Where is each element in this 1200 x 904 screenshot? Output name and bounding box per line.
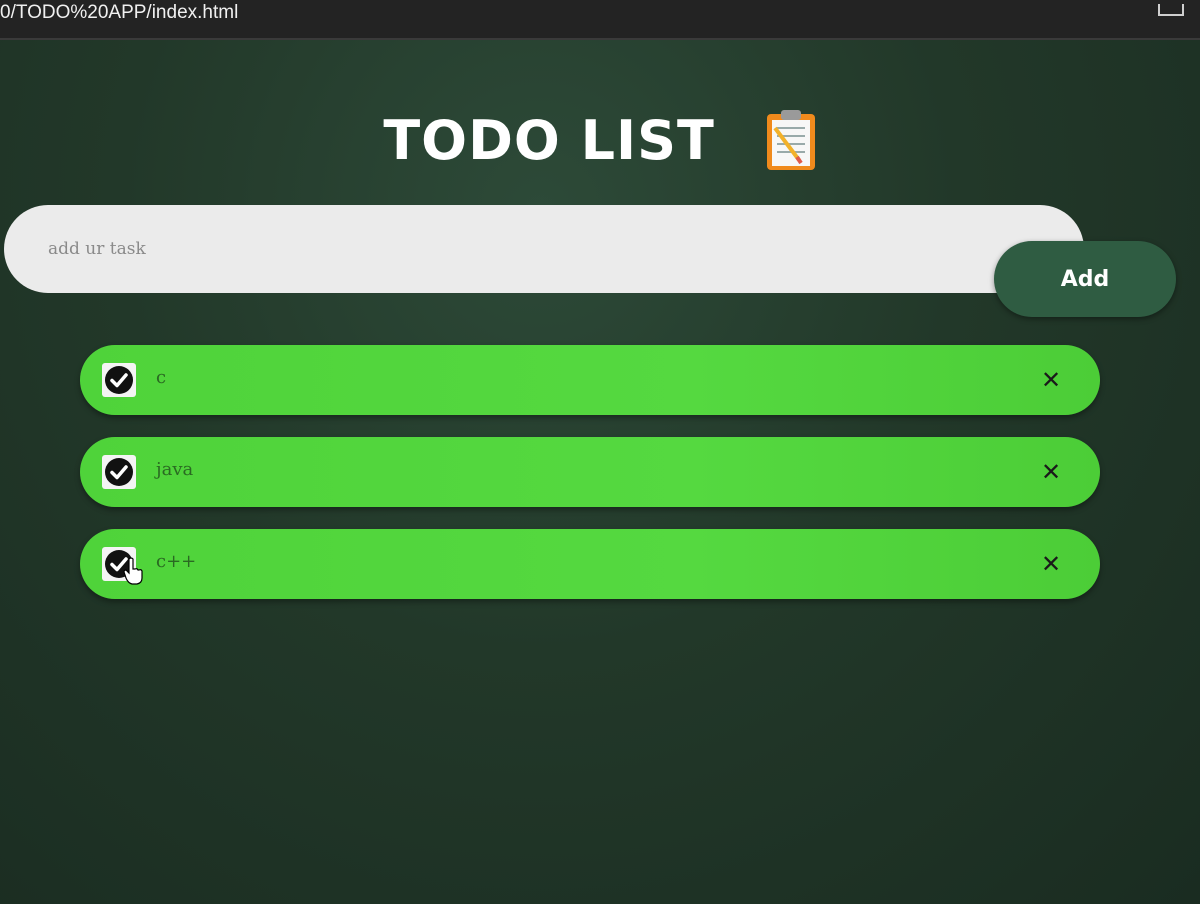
browser-address-bar[interactable]: 0/TODO%20APP/index.html — [0, 0, 1200, 40]
delete-task-close-icon[interactable]: ✕ — [1036, 365, 1066, 395]
task-checkbox[interactable] — [102, 455, 136, 489]
task-item[interactable]: c ✕ — [80, 345, 1100, 415]
url-text[interactable]: 0/TODO%20APP/index.html — [0, 2, 238, 24]
task-input[interactable] — [4, 205, 1084, 293]
task-item[interactable]: java ✕ — [80, 437, 1100, 507]
task-checkbox[interactable] — [102, 363, 136, 397]
task-text: c++ — [156, 551, 197, 572]
check-circle-icon — [105, 458, 133, 486]
window-control-icon[interactable] — [1158, 4, 1184, 16]
hand-pointer-cursor-icon — [123, 557, 143, 585]
task-text: c — [156, 367, 167, 388]
check-circle-icon — [105, 366, 133, 394]
task-item[interactable]: c++ ✕ — [80, 529, 1100, 599]
delete-task-close-icon[interactable]: ✕ — [1036, 457, 1066, 487]
task-input-row: Add — [4, 205, 1176, 317]
add-button[interactable]: Add — [994, 241, 1176, 317]
todo-app: TODO LIST Add c ✕ — [0, 40, 1200, 904]
task-list: c ✕ java ✕ c++ ✕ — [80, 345, 1100, 621]
task-text: java — [156, 459, 194, 480]
title-text: TODO LIST — [383, 108, 715, 172]
delete-task-close-icon[interactable]: ✕ — [1036, 549, 1066, 579]
page-title: TODO LIST — [0, 105, 1200, 172]
clipboard-icon — [766, 110, 815, 171]
